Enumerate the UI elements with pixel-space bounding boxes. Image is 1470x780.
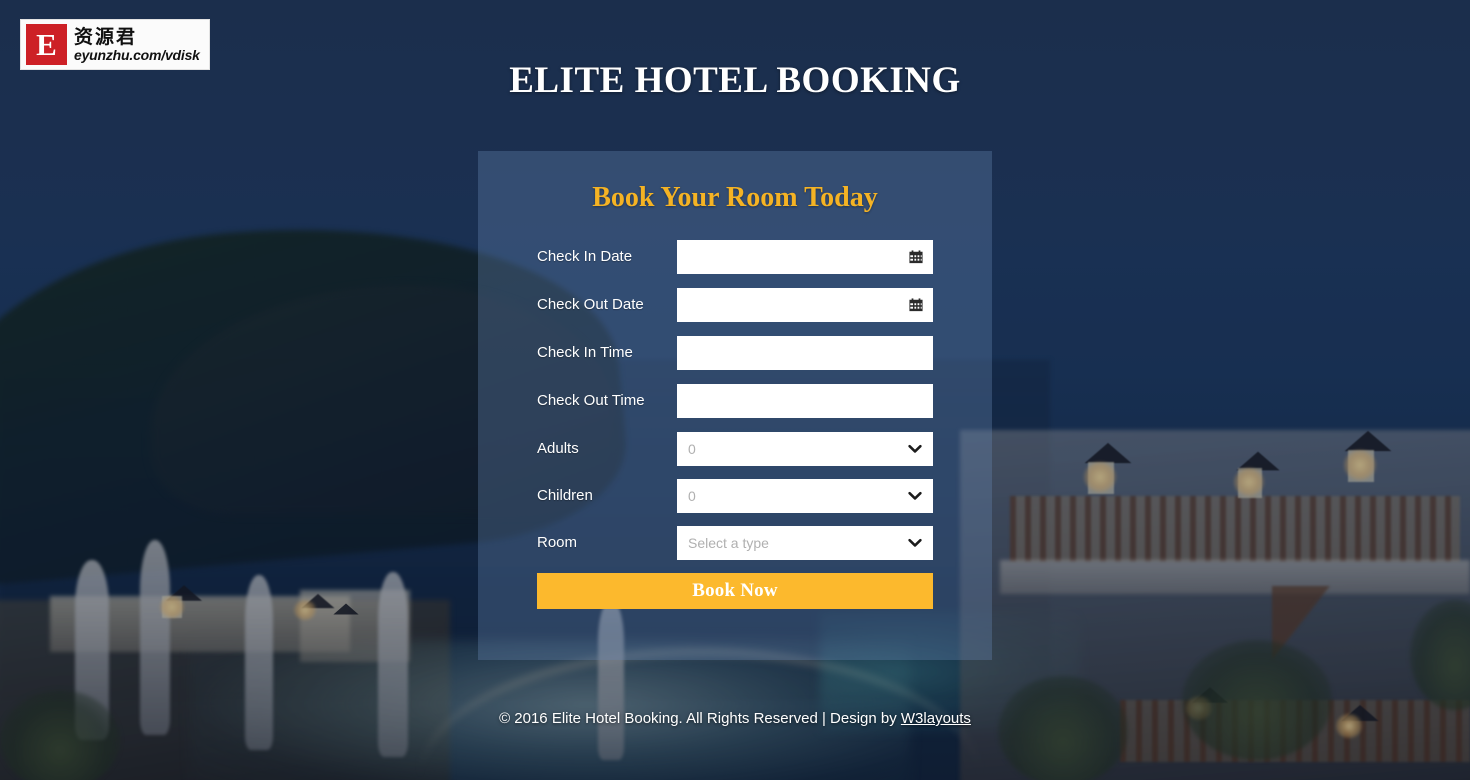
form-row-children: Children 0 bbox=[537, 479, 933, 513]
room-type-select[interactable]: Select a type bbox=[677, 526, 933, 560]
label-children: Children bbox=[537, 487, 593, 504]
watermark-badge-icon: E bbox=[26, 24, 67, 65]
watermark-logo: E 资源君 eyunzhu.com/vdisk bbox=[20, 19, 210, 70]
footer-copyright-text: © 2016 Elite Hotel Booking. All Rights R… bbox=[499, 710, 901, 727]
check-out-time-input[interactable] bbox=[678, 385, 932, 417]
chevron-down-icon[interactable] bbox=[907, 488, 923, 504]
check-in-date-input[interactable] bbox=[678, 241, 932, 273]
check-in-time-input[interactable] bbox=[678, 337, 932, 369]
footer-designer-link[interactable]: W3layouts bbox=[901, 710, 971, 727]
field-check-out-date[interactable] bbox=[677, 288, 933, 322]
calendar-icon[interactable] bbox=[909, 250, 923, 264]
calendar-icon[interactable] bbox=[909, 298, 923, 312]
field-check-in-date[interactable] bbox=[677, 240, 933, 274]
form-row-check-in-date: Check In Date bbox=[537, 240, 933, 274]
form-row-adults: Adults 0 bbox=[537, 432, 933, 466]
adults-select-value: 0 bbox=[688, 441, 696, 457]
label-check-in-time: Check In Time bbox=[537, 344, 633, 361]
watermark-chinese-text: 资源君 bbox=[74, 25, 138, 48]
children-select[interactable]: 0 bbox=[677, 479, 933, 513]
field-check-out-time[interactable] bbox=[677, 384, 933, 418]
children-select-value: 0 bbox=[688, 488, 696, 504]
chevron-down-icon[interactable] bbox=[907, 535, 923, 551]
book-now-button[interactable]: Book Now bbox=[537, 573, 933, 609]
form-row-room: Room Select a type bbox=[537, 526, 933, 560]
watermark-url-text: eyunzhu.com/vdisk bbox=[74, 46, 200, 63]
booking-form-heading: Book Your Room Today bbox=[592, 182, 878, 213]
page-title: ELITE HOTEL BOOKING bbox=[509, 60, 961, 101]
label-room: Room bbox=[537, 534, 578, 551]
booking-form: Check In Date Check Out Date Check In Ti… bbox=[478, 240, 992, 609]
booking-page: E 资源君 eyunzhu.com/vdisk ELITE HOTEL BOOK… bbox=[0, 0, 1470, 780]
booking-form-panel: Book Your Room Today Check In Date Check… bbox=[478, 151, 992, 660]
footer: © 2016 Elite Hotel Booking. All Rights R… bbox=[0, 710, 1470, 727]
watermark-text: 资源君 eyunzhu.com/vdisk bbox=[74, 25, 200, 63]
label-check-out-date: Check Out Date bbox=[537, 296, 644, 313]
check-out-date-input[interactable] bbox=[678, 289, 932, 321]
chevron-down-icon[interactable] bbox=[907, 441, 923, 457]
adults-select[interactable]: 0 bbox=[677, 432, 933, 466]
label-check-out-time: Check Out Time bbox=[537, 392, 645, 409]
form-row-check-out-time: Check Out Time bbox=[537, 384, 933, 418]
room-type-select-value: Select a type bbox=[688, 535, 769, 551]
form-row-check-out-date: Check Out Date bbox=[537, 288, 933, 322]
label-check-in-date: Check In Date bbox=[537, 248, 633, 265]
watermark-badge-letter: E bbox=[36, 27, 57, 62]
label-adults: Adults bbox=[537, 440, 579, 457]
form-row-check-in-time: Check In Time bbox=[537, 336, 933, 370]
field-check-in-time[interactable] bbox=[677, 336, 933, 370]
